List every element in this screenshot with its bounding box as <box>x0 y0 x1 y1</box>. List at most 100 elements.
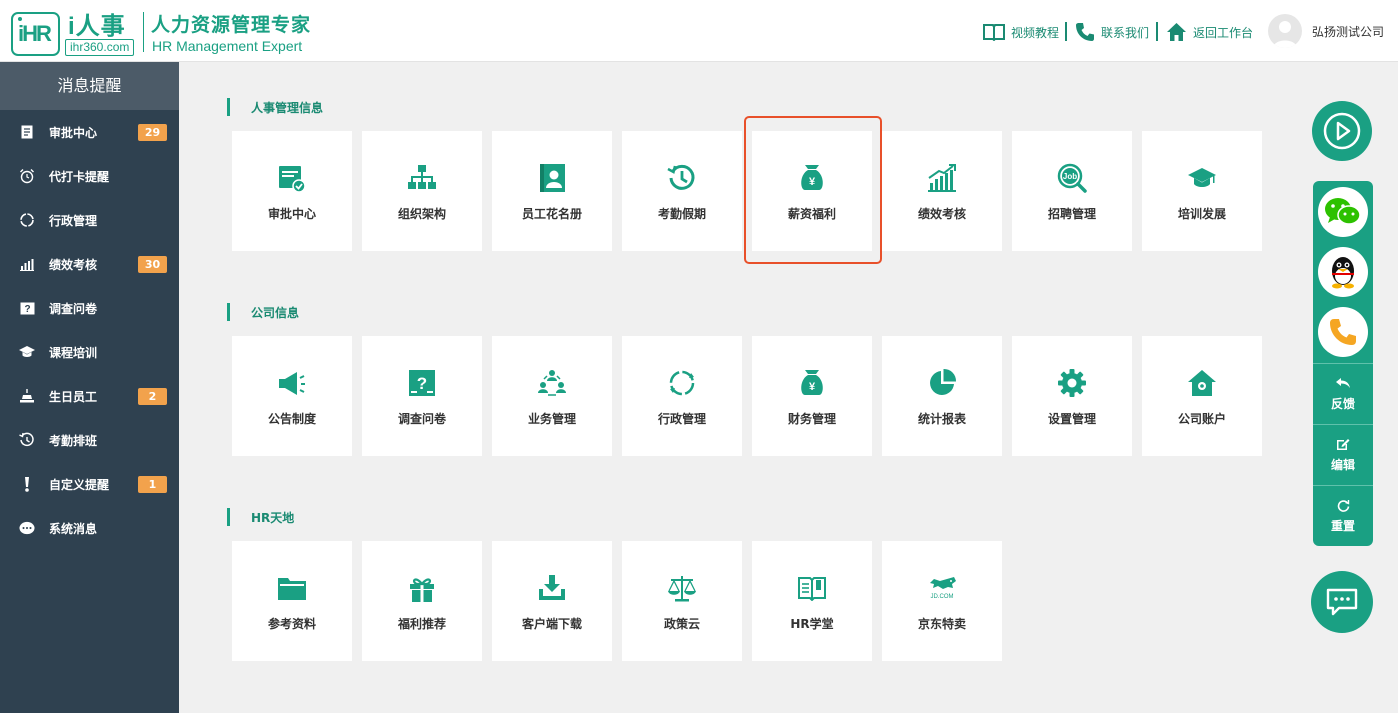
card-admin-management[interactable]: 行政管理 <box>622 336 742 456</box>
reset-button[interactable]: 重置 <box>1313 486 1373 546</box>
card-label: 培训发展 <box>1177 207 1226 221</box>
svg-text:Job: Job <box>1063 172 1077 181</box>
card-company-account[interactable]: 公司账户 <box>1142 336 1262 456</box>
card-client-download[interactable]: 客户端下载 <box>492 541 612 661</box>
card-org-structure[interactable]: 组织架构 <box>362 131 482 251</box>
card-label: 员工花名册 <box>521 207 582 221</box>
sidebar-item-training[interactable]: 课程培训 <box>0 330 179 374</box>
card-recruitment[interactable]: Job 招聘管理 <box>1012 131 1132 251</box>
card-label: 薪资福利 <box>787 207 836 221</box>
card-label: 公司账户 <box>1177 412 1226 426</box>
card-label: 绩效考核 <box>917 207 966 221</box>
card-label: 行政管理 <box>657 412 706 426</box>
sidebar-item-birthday[interactable]: 生日员工 2 <box>0 374 179 418</box>
scales-icon <box>667 573 697 603</box>
qq-icon <box>1332 257 1354 289</box>
feedback-button[interactable]: 反馈 <box>1313 364 1373 424</box>
edit-button[interactable]: 编辑 <box>1313 425 1373 485</box>
graduation-cap-icon <box>19 344 35 360</box>
card-salary-benefits[interactable]: ¥ 薪资福利 <box>752 131 872 251</box>
wechat-button[interactable] <box>1318 187 1368 237</box>
team-network-icon <box>537 368 567 398</box>
chat-bubble-icon <box>1326 588 1358 616</box>
card-training-development[interactable]: 培训发展 <box>1142 131 1262 251</box>
sidebar-item-label: 考勤排班 <box>49 433 98 448</box>
contact-us-link[interactable]: 联系我们 <box>1075 22 1149 42</box>
sidebar-item-admin[interactable]: 行政管理 <box>0 198 179 242</box>
company-name[interactable]: 弘扬测试公司 <box>1312 23 1384 40</box>
card-policy-cloud[interactable]: 政策云 <box>622 541 742 661</box>
sidebar-item-attendance[interactable]: 考勤排班 <box>0 418 179 462</box>
section-marker <box>227 98 230 116</box>
card-statistics-report[interactable]: 统计报表 <box>882 336 1002 456</box>
card-approval-center[interactable]: 审批中心 <box>232 131 352 251</box>
card-announcements[interactable]: 公告制度 <box>232 336 352 456</box>
card-label: 统计报表 <box>917 412 966 426</box>
pie-chart-icon <box>927 368 957 398</box>
card-survey[interactable]: ? 调查问卷 <box>362 336 482 456</box>
card-employee-roster[interactable]: 员工花名册 <box>492 131 612 251</box>
card-performance[interactable]: 绩效考核 <box>882 131 1002 251</box>
sidebar-item-performance[interactable]: 绩效考核 30 <box>0 242 179 286</box>
svg-text:¥: ¥ <box>809 176 816 188</box>
card-label: 审批中心 <box>267 207 316 221</box>
sidebar-item-approval[interactable]: 审批中心 29 <box>0 110 179 154</box>
home-account-icon <box>1187 368 1217 398</box>
section-title-hr-world: HR天地 <box>227 507 294 527</box>
refresh-icon <box>1335 498 1351 512</box>
svg-text:?: ? <box>24 304 30 315</box>
logo-divider <box>143 12 144 52</box>
chat-support-button[interactable] <box>1311 571 1373 633</box>
avatar[interactable] <box>1268 14 1302 48</box>
card-label: 设置管理 <box>1047 412 1096 426</box>
section-title-company-info: 公司信息 <box>227 302 299 322</box>
section-title-text: 人事管理信息 <box>251 100 324 115</box>
section-marker <box>227 303 230 321</box>
card-label: 公告制度 <box>267 412 316 426</box>
card-benefit-recommend[interactable]: 福利推荐 <box>362 541 482 661</box>
gear-icon <box>1057 368 1087 398</box>
video-tutorial-link[interactable]: 视频教程 <box>983 22 1059 42</box>
feedback-label: 反馈 <box>1330 397 1355 411</box>
brand-url: ihr360.com <box>65 39 135 56</box>
card-label: 福利推荐 <box>397 617 446 631</box>
card-label: 组织架构 <box>397 207 446 221</box>
phone-icon <box>1330 319 1356 345</box>
chat-bubble-icon <box>19 520 35 536</box>
card-label: HR学堂 <box>790 617 834 631</box>
card-reference-materials[interactable]: 参考资料 <box>232 541 352 661</box>
logo-mark[interactable]: iHR <box>11 12 60 56</box>
card-settings[interactable]: 设置管理 <box>1012 336 1132 456</box>
sidebar-item-survey[interactable]: ? 调查问卷 <box>0 286 179 330</box>
sidebar-item-label: 系统消息 <box>49 521 98 536</box>
org-chart-icon <box>407 163 437 193</box>
circle-refresh-icon <box>667 368 697 398</box>
card-business-management[interactable]: 业务管理 <box>492 336 612 456</box>
card-label: 考勤假期 <box>657 207 706 221</box>
back-to-workbench-link[interactable]: 返回工作台 <box>1166 22 1253 42</box>
card-hr-academy[interactable]: HR学堂 <box>752 541 872 661</box>
play-video-button[interactable] <box>1312 101 1372 161</box>
right-toolbar: 反馈 编辑 重置 <box>1313 181 1373 546</box>
sidebar-item-clock-reminder[interactable]: 代打卡提醒 <box>0 154 179 198</box>
contact-us-label: 联系我们 <box>1101 25 1150 40</box>
book-icon <box>983 24 1005 41</box>
card-attendance-leave[interactable]: 考勤假期 <box>622 131 742 251</box>
sidebar-item-custom-reminder[interactable]: 自定义提醒 1 <box>0 462 179 506</box>
wechat-icon <box>1325 198 1361 225</box>
play-icon <box>1323 112 1361 150</box>
qq-button[interactable] <box>1318 247 1368 297</box>
sidebar: 消息提醒 审批中心 29 代打卡提醒 行政管理 绩效考核 30 ? 调查问卷 课… <box>0 62 179 713</box>
sidebar-item-label: 绩效考核 <box>49 257 98 272</box>
gift-icon <box>407 573 437 603</box>
phone-call-button[interactable] <box>1318 307 1368 357</box>
sidebar-item-label: 代打卡提醒 <box>49 169 110 184</box>
video-tutorial-label: 视频教程 <box>1011 25 1060 40</box>
card-jd-sale[interactable]: JD.COM 京东特卖 <box>882 541 1002 661</box>
card-label: 京东特卖 <box>917 617 966 631</box>
alarm-clock-icon <box>19 168 35 184</box>
header-divider <box>1065 22 1067 41</box>
card-finance[interactable]: ¥ 财务管理 <box>752 336 872 456</box>
sidebar-item-system-message[interactable]: 系统消息 <box>0 506 179 550</box>
card-label: 参考资料 <box>267 617 316 631</box>
